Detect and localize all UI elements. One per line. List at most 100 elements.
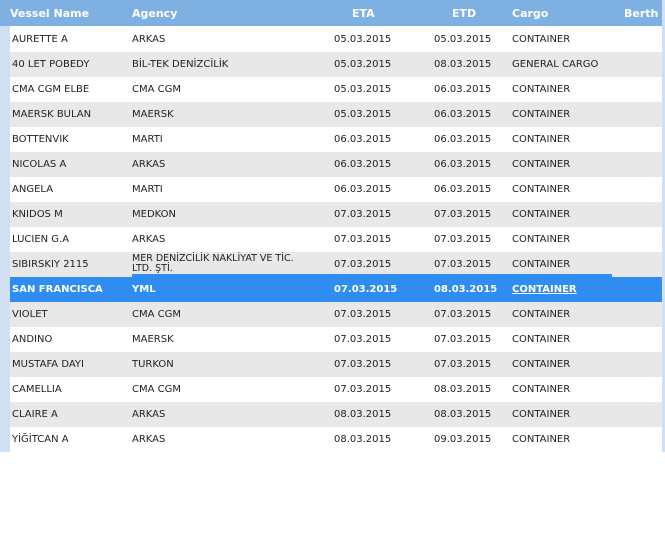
cell-vessel: NICOLAS A	[12, 159, 67, 170]
cell-vessel: KNIDOS M	[12, 209, 63, 220]
cell-agency: ARKAS	[132, 234, 166, 245]
table-row[interactable]: MUSTAFA DAYI TURKON 07.03.2015 07.03.2015 CO…	[10, 352, 662, 377]
table-row[interactable]: LUCIEN G.A ARKAS 07.03.2015 07.03.2015 CONTA…	[10, 227, 662, 252]
cell-agency: MAERSK	[132, 109, 174, 120]
cell-cargo: CONTAINER	[512, 359, 571, 370]
cell-cargo: CONTAINER	[512, 209, 571, 220]
cell-agency: TURKON	[132, 359, 174, 370]
cell-etd: 07.03.2015	[434, 209, 492, 220]
table-row[interactable]: CLAIRE A ARKAS 08.03.2015 08.03.2015 CONTAIN…	[10, 402, 662, 427]
cell-agency: YML	[132, 284, 156, 295]
table-row[interactable]: KNIDOS M MEDKON 07.03.2015 07.03.2015 CONTAI…	[10, 202, 662, 227]
cell-etd: 08.03.2015	[434, 284, 498, 295]
cell-agency: MER DENİZCİLİK NAKLİYAT VE TİC. LTD. ŞTİ…	[132, 253, 294, 274]
cell-etd: 07.03.2015	[434, 234, 492, 245]
cell-cargo: CONTAINER	[512, 234, 571, 245]
cell-eta: 08.03.2015	[334, 409, 392, 420]
cell-etd: 05.03.2015	[434, 34, 492, 45]
cell-etd: 06.03.2015	[434, 159, 492, 170]
header-etd[interactable]: ETD	[452, 7, 476, 20]
cell-vessel: MAERSK BULAN	[12, 109, 92, 120]
cell-agency: ARKAS	[132, 434, 166, 445]
cell-vessel: CLAIRE A	[12, 409, 58, 420]
header-cargo[interactable]: Cargo	[512, 7, 548, 20]
cell-etd: 07.03.2015	[434, 309, 492, 320]
cell-eta: 07.03.2015	[334, 309, 392, 320]
selection-accent-bar	[132, 274, 612, 277]
table-row[interactable]: MAERSK BULAN MAERSK 05.03.2015 06.03.2015 CO…	[10, 102, 662, 127]
cell-agency: MARTI	[132, 184, 163, 195]
cell-eta: 07.03.2015	[334, 384, 392, 395]
header-eta[interactable]: ETA	[352, 7, 375, 20]
cell-agency: CMA CGM	[132, 84, 181, 95]
cell-cargo: CONTAINER	[512, 284, 577, 295]
cell-vessel: MUSTAFA DAYI	[12, 359, 84, 370]
cell-etd: 09.03.2015	[434, 434, 492, 445]
cell-cargo: CONTAINER	[512, 34, 571, 45]
cell-cargo: CONTAINER	[512, 334, 571, 345]
cell-etd: 06.03.2015	[434, 184, 492, 195]
cell-vessel: VIOLET	[12, 309, 48, 320]
cell-vessel: SAN FRANCISCA	[12, 284, 103, 295]
cell-cargo: CONTAINER	[512, 84, 571, 95]
cell-cargo: CONTAINER	[512, 134, 571, 145]
table-left-edge	[0, 0, 10, 452]
cell-etd: 08.03.2015	[434, 409, 492, 420]
table-row[interactable]: CAMELLIA CMA CGM 07.03.2015 08.03.2015 CONTA…	[10, 377, 662, 402]
cell-etd: 07.03.2015	[434, 334, 492, 345]
cell-agency: MAERSK	[132, 334, 174, 345]
cell-cargo: CONTAINER	[512, 109, 571, 120]
cell-vessel: CAMELLIA	[12, 384, 62, 395]
table-row[interactable]: NICOLAS A ARKAS 06.03.2015 06.03.2015 CONTAI…	[10, 152, 662, 177]
cell-agency: CMA CGM	[132, 309, 181, 320]
cell-eta: 05.03.2015	[334, 34, 392, 45]
cell-eta: 07.03.2015	[334, 209, 392, 220]
cell-cargo: CONTAINER	[512, 409, 571, 420]
cell-etd: 08.03.2015	[434, 384, 492, 395]
table-row[interactable]: BOTTENVIK MARTI 06.03.2015 06.03.2015 CONTAI…	[10, 127, 662, 152]
table-row[interactable]: ANGELA MARTI 06.03.2015 06.03.2015 CONTAINER	[10, 177, 662, 202]
table-row[interactable]: ANDINO MAERSK 07.03.2015 07.03.2015 CONTAINE…	[10, 327, 662, 352]
cell-eta: 08.03.2015	[334, 434, 392, 445]
cell-agency: ARKAS	[132, 409, 166, 420]
cell-eta: 07.03.2015	[334, 259, 392, 270]
cell-eta: 07.03.2015	[334, 284, 398, 295]
vessel-schedule-table: Vessel Name Agency ETA ETD Cargo Berth A…	[0, 0, 665, 452]
cell-agency: MEDKON	[132, 209, 177, 220]
header-vessel-name[interactable]: Vessel Name	[10, 7, 89, 20]
table-row[interactable]: VIOLET CMA CGM 07.03.2015 07.03.2015 CONTAIN…	[10, 302, 662, 327]
cell-cargo: CONTAINER	[512, 434, 571, 445]
cell-vessel: CMA CGM ELBE	[12, 84, 90, 95]
cell-etd: 06.03.2015	[434, 84, 492, 95]
cell-agency: ARKAS	[132, 34, 166, 45]
cell-etd: 07.03.2015	[434, 359, 492, 370]
table-row[interactable]: YİĞİTCAN A ARKAS 08.03.2015 09.03.2015 CONTA…	[10, 427, 662, 452]
cell-vessel: ANGELA	[12, 184, 54, 195]
table-row-selected[interactable]: SAN FRANCISCA YML 07.03.2015 08.03.2015 CONT…	[10, 277, 662, 302]
cell-cargo: CONTAINER	[512, 184, 571, 195]
cell-etd: 06.03.2015	[434, 134, 492, 145]
cell-etd: 08.03.2015	[434, 59, 492, 70]
cell-cargo: CONTAINER	[512, 159, 571, 170]
cell-vessel: ANDINO	[12, 334, 53, 345]
cell-cargo: GENERAL CARGO	[512, 59, 599, 70]
table-header-row: Vessel Name Agency ETA ETD Cargo Berth	[0, 0, 662, 26]
cell-vessel: 40 LET POBEDY	[12, 59, 90, 70]
cell-agency: CMA CGM	[132, 384, 181, 395]
cell-eta: 06.03.2015	[334, 159, 392, 170]
cell-eta: 05.03.2015	[334, 84, 392, 95]
cell-cargo: CONTAINER	[512, 384, 571, 395]
cell-vessel: YİĞİTCAN A	[12, 434, 69, 445]
header-agency[interactable]: Agency	[132, 7, 177, 20]
cell-etd: 06.03.2015	[434, 109, 492, 120]
header-berth[interactable]: Berth	[624, 7, 658, 20]
cell-eta: 06.03.2015	[334, 134, 392, 145]
table-row[interactable]: 40 LET POBEDY BİL-TEK DENİZCİLİK 05.03.201…	[10, 52, 662, 77]
cell-etd: 07.03.2015	[434, 259, 492, 270]
cell-eta: 05.03.2015	[334, 59, 392, 70]
table-row[interactable]: CMA CGM ELBE CMA CGM 05.03.2015 06.03.2015 C…	[10, 77, 662, 102]
cell-agency: MARTI	[132, 134, 163, 145]
cell-eta: 06.03.2015	[334, 184, 392, 195]
cell-eta: 07.03.2015	[334, 234, 392, 245]
table-row[interactable]: AURETTE A ARKAS 05.03.2015 05.03.2015 CONTAI…	[10, 27, 662, 52]
